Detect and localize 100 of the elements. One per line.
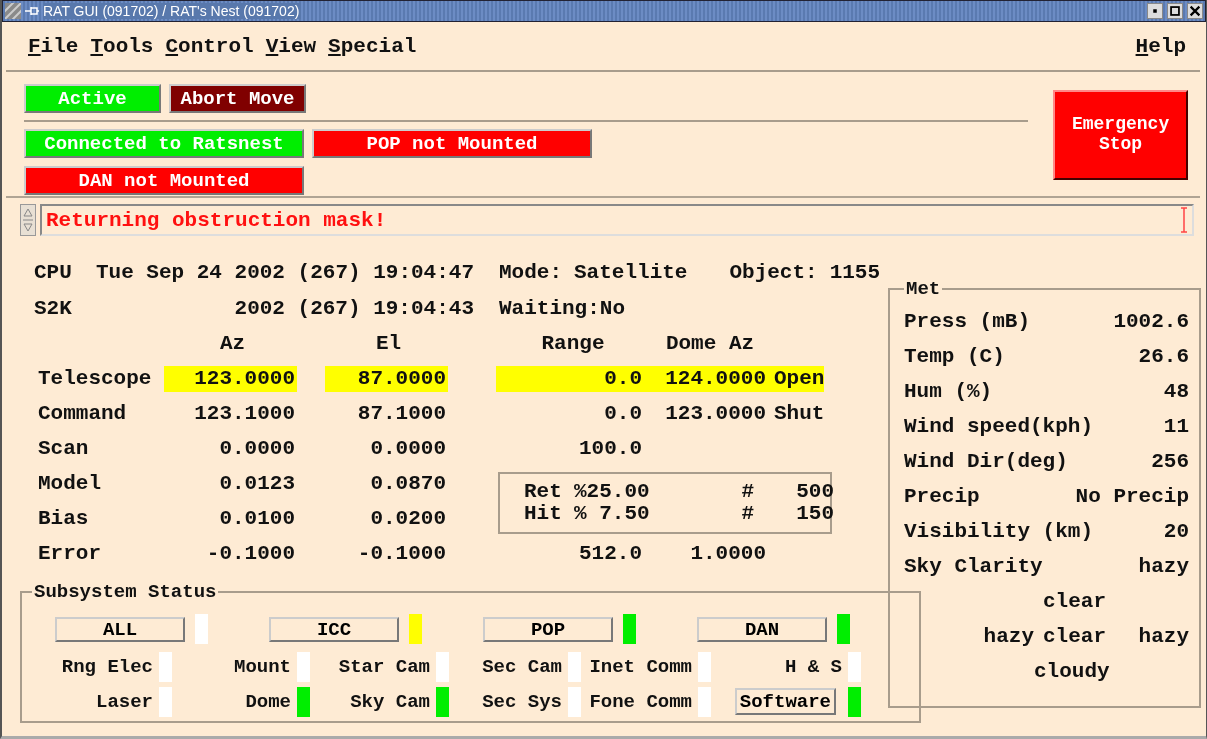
ret-hit-percent: %25.00 — [574, 481, 651, 503]
ret-hit-percent: % 7.50 — [574, 503, 651, 525]
subsystem-label: Sky Cam — [350, 690, 430, 713]
clock-label: CPU — [34, 260, 72, 284]
table-cell-text: 0.0000 — [369, 435, 447, 462]
subsystem-label: Sec Sys — [482, 690, 562, 713]
ret-hit-label: Ret — [524, 481, 563, 503]
minimize-button[interactable] — [1147, 3, 1163, 19]
subsystem-label: Rng Elec — [61, 655, 153, 678]
menu-item[interactable]: Special — [328, 34, 417, 58]
met-label: Sky Clarity — [904, 555, 1044, 578]
clock-label: S2K — [34, 296, 72, 320]
sky-clarity-value: clear — [1042, 625, 1106, 648]
sky-clarity-value: hazy — [982, 625, 1034, 648]
table-cell-text: 0.0100 — [218, 505, 296, 532]
subsystem-label: Mount — [234, 655, 291, 678]
ret-hit-count: 150 — [795, 503, 834, 525]
table-cell-text: 0.0000 — [218, 435, 296, 462]
mode-value: Satellite — [574, 260, 688, 284]
subsystem-label: Dome — [245, 690, 291, 713]
subsystem-label: Star Cam — [338, 655, 430, 678]
table-cell-text: 0.0200 — [369, 505, 447, 532]
met-value: No Precip — [1075, 485, 1189, 508]
dome-status: Open — [770, 365, 825, 392]
pin-icon[interactable] — [25, 6, 39, 16]
table-cell-text: 512.0 — [578, 540, 643, 567]
mode-label: Mode: — [499, 260, 562, 284]
table-cell-text: 123.1000 — [193, 400, 296, 427]
menu-item[interactable]: File — [28, 34, 79, 58]
clock-time: 2002 (267) 19:04:43 — [234, 296, 474, 320]
met-label: Precip — [904, 485, 980, 508]
met-label: Visibility (km) — [904, 520, 1094, 543]
met-value: 26.6 — [1138, 345, 1189, 368]
table-cell: 124.0000 — [646, 365, 770, 392]
subsystem-button[interactable]: Software — [734, 688, 836, 715]
table-cell: 87.0000 — [325, 365, 448, 392]
row-label: Error — [37, 540, 102, 567]
menu-item[interactable]: Tools — [90, 34, 154, 58]
row-label: Model — [37, 470, 102, 497]
subsystem-label: H & S — [785, 655, 842, 678]
met-value: 1002.6 — [1113, 310, 1189, 333]
menu-item[interactable]: Control — [165, 34, 254, 58]
column-header: Az — [218, 330, 247, 357]
table-cell-text: 87.1000 — [356, 400, 447, 427]
subsystem-label: Inet Comm — [589, 655, 692, 678]
table-cell-text: 0.0870 — [369, 470, 447, 497]
table-cell-text: 1.0000 — [689, 540, 767, 567]
row-label: Scan — [37, 435, 90, 462]
ret-hit-label: Hit — [524, 503, 563, 525]
column-header: El — [374, 330, 403, 357]
table-cell-text: 0.0123 — [218, 470, 296, 497]
subsystem-label: Sec Cam — [482, 655, 562, 678]
column-header: Range — [540, 330, 606, 357]
table-cell-text: -0.1000 — [356, 540, 447, 567]
met-value: 20 — [1163, 520, 1189, 543]
met-label: Press (mB) — [904, 310, 1031, 333]
dome-status: Shut — [773, 400, 825, 427]
hatch-icon — [5, 3, 21, 19]
status-button[interactable]: DAN not Mounted — [24, 166, 304, 195]
table-cell: 0.0 — [496, 365, 646, 392]
menu-item[interactable]: Help — [1135, 34, 1186, 58]
table-cell-text: 100.0 — [578, 435, 643, 462]
met-value: 48 — [1163, 380, 1189, 403]
maximize-button[interactable] — [1167, 3, 1183, 19]
sky-clarity-value: hazy — [1137, 625, 1189, 648]
object-value: 1155 — [829, 260, 881, 284]
met-value: 11 — [1163, 415, 1189, 438]
emergency-stop-button[interactable]: Emergency Stop — [1053, 90, 1188, 180]
count-label: # — [740, 481, 755, 503]
table-cell-text: 123.0000 — [664, 400, 767, 427]
close-button[interactable] — [1187, 3, 1203, 19]
panel-title: Subsystem Status — [33, 581, 218, 603]
met-label: Hum (%) — [904, 380, 993, 403]
subsystem-button[interactable]: ALL — [55, 616, 185, 642]
row-label: Command — [37, 400, 128, 427]
met-label: Wind speed(kph) — [904, 415, 1094, 438]
status-button[interactable]: Abort Move — [169, 84, 306, 113]
panel-title: Met — [905, 278, 942, 300]
subsystem-button[interactable]: DAN — [697, 616, 827, 642]
waiting-value: No — [599, 296, 626, 320]
waiting-label: Waiting: — [499, 296, 600, 320]
text-cursor-icon — [1180, 207, 1188, 233]
sky-clarity-value: clear — [1042, 590, 1106, 613]
status-button[interactable]: POP not Mounted — [312, 129, 592, 158]
clock-time: Tue Sep 24 2002 (267) 19:04:47 — [95, 260, 474, 284]
window-title: RAT GUI (091702) / RAT's Nest (091702) — [43, 3, 302, 19]
table-cell: 123.0000 — [164, 365, 297, 392]
menu-item[interactable]: View — [265, 34, 317, 58]
subsystem-label: Laser — [96, 690, 153, 713]
subsystem-button[interactable]: ICC — [269, 616, 399, 642]
met-value: 256 — [1151, 450, 1189, 473]
column-header: Dome Az — [664, 330, 756, 357]
subsystem-button[interactable]: POP — [483, 616, 613, 642]
sky-clarity-value: hazy — [1137, 555, 1189, 578]
row-label: Bias — [37, 505, 90, 532]
object-label: Object: — [729, 260, 818, 284]
subsystem-label: Fone Comm — [589, 690, 692, 713]
count-label: # — [740, 503, 755, 525]
met-label: Wind Dir(deg) — [904, 450, 1068, 473]
met-label: Temp (C) — [904, 345, 1005, 368]
